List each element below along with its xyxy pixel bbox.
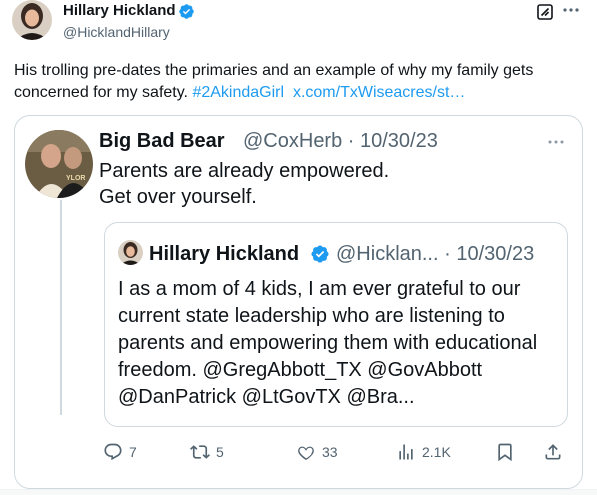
quoted-author-name[interactable]: Big Bad Bear — [99, 130, 225, 153]
inner-author-name[interactable]: Hillary Hickland — [149, 243, 299, 266]
inner-tweet-text: I as a mom of 4 kids, I am ever grateful… — [118, 278, 538, 408]
quoted-date[interactable]: 10/30/23 — [360, 130, 438, 152]
quoted-text-line-1: Parents are already empowered. — [99, 160, 390, 182]
hashtag-link[interactable]: #2AkindaGirl — [192, 84, 284, 101]
share-icon — [545, 444, 561, 460]
tweet-text: His trolling pre-dates the primaries and… — [14, 60, 584, 104]
retweet-count: 5 — [216, 444, 224, 460]
reply-count: 7 — [129, 444, 137, 460]
quoted-text-line-2: Get over yourself. — [99, 186, 257, 208]
reply-button[interactable]: 7 — [103, 441, 137, 463]
bookmark-icon — [498, 443, 512, 462]
inner-author-avatar[interactable] — [118, 240, 143, 265]
thread-line — [60, 200, 62, 415]
separator-dot: · — [438, 243, 457, 265]
url-link[interactable]: x.com/TxWiseacres/st… — [293, 84, 465, 101]
svg-text:YLOR: YLOR — [66, 175, 85, 182]
author-name[interactable]: Hillary Hickland — [63, 2, 176, 19]
verified-badge-icon — [179, 4, 194, 19]
author-avatar[interactable] — [12, 0, 52, 40]
share-button[interactable] — [543, 441, 563, 463]
views-button[interactable]: 2.1K — [396, 441, 451, 463]
inner-author-handle[interactable]: @Hicklan... — [336, 243, 439, 265]
more-icon[interactable] — [561, 2, 581, 18]
like-count: 33 — [322, 444, 338, 460]
views-icon — [399, 444, 413, 460]
like-icon — [298, 446, 314, 460]
more-icon[interactable] — [545, 135, 567, 149]
quoted-tweet-text: Parents are already empowered. Get over … — [99, 158, 539, 210]
inner-date[interactable]: 10/30/23 — [456, 243, 534, 265]
bookmark-button[interactable] — [495, 441, 515, 463]
next-item-edge — [0, 489, 597, 495]
retweet-button[interactable]: 5 — [190, 441, 224, 463]
author-handle[interactable]: @HicklandHillary — [63, 24, 170, 40]
quoted-author-avatar[interactable]: YLOR — [25, 130, 93, 198]
quoted-author-handle-date: @CoxHerb · 10/30/23 — [243, 130, 438, 153]
grok-icon[interactable] — [537, 4, 553, 20]
retweet-icon — [190, 445, 210, 459]
quoted-author-handle[interactable]: @CoxHerb — [243, 130, 342, 152]
reply-icon — [104, 443, 122, 461]
views-count: 2.1K — [422, 444, 451, 460]
verified-badge-icon — [311, 245, 329, 263]
separator-dot: · — [342, 130, 360, 152]
inner-author-handle-date: @Hicklan... · 10/30/23 — [336, 243, 534, 266]
like-button[interactable]: 33 — [296, 441, 338, 463]
